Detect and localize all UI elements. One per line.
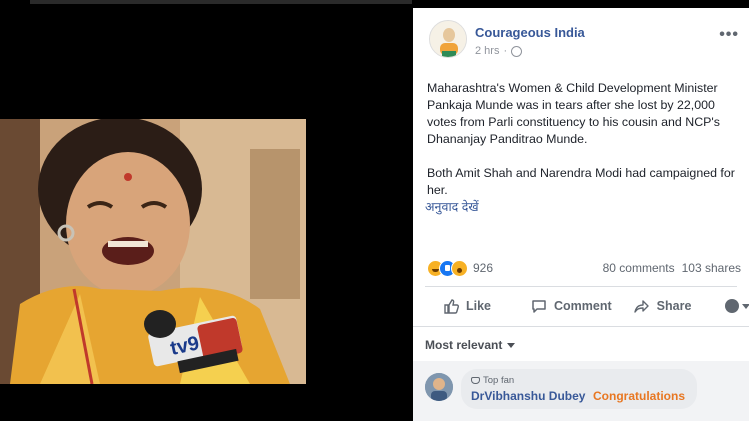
photo-viewer: tv9 [0,0,412,421]
viewer-top-edge [30,0,412,4]
chevron-down-icon [507,342,516,348]
post-body: Maharashtra's Women & Child Development … [427,80,747,199]
share-label: Share [656,299,692,313]
post-photo[interactable]: tv9 [0,119,306,384]
like-button[interactable]: Like [443,298,491,314]
post-paragraph-1: Maharashtra's Women & Child Development … [427,81,720,146]
post-meta: 2 hrs · [475,45,523,57]
reaction-summary[interactable]: 926 [427,259,493,277]
share-arrow-icon [633,300,649,313]
top-fan-label: Top fan [483,375,515,386]
more-options-icon[interactable]: ••• [719,26,739,44]
see-translation-link[interactable]: अनुवाद देखें [425,198,479,215]
divider [413,326,749,327]
post-panel: Courageous India 2 hrs · ••• Maharashtra… [413,8,749,421]
commenter-avatar[interactable] [425,373,453,401]
share-count-link[interactable]: 103 shares [682,261,741,275]
wow-icon [451,259,468,277]
page-avatar[interactable] [429,20,467,58]
chevron-down-icon [742,303,749,309]
comment-author[interactable]: DrVibhanshu Dubey [471,389,585,403]
reaction-count: 926 [473,261,494,275]
comment-bubble: Top fan DrVibhanshu Dubey Congratulation… [461,369,697,409]
comments-list: Top fan DrVibhanshu Dubey Congratulation… [413,361,749,421]
diamond-icon [471,377,480,384]
comment-bubble-icon [532,300,546,313]
action-bar: Like Comment Share [425,290,749,322]
dot-separator: · [503,45,508,57]
post-header: Courageous India 2 hrs · ••• [413,8,749,70]
profile-globe-icon [725,299,740,313]
divider [425,286,737,287]
top-fan-badge: Top fan [471,375,514,386]
globe-icon [511,45,523,57]
sort-label: Most relevant [425,338,503,352]
post-time[interactable]: 2 hrs [475,45,499,57]
engagement-counts: 80 comments 103 shares [603,261,741,275]
like-label: Like [466,299,492,313]
post-as-selector[interactable] [725,299,749,313]
comment-text: Congratulations [593,389,685,403]
comment-button[interactable]: Comment [531,298,612,314]
page-name[interactable]: Courageous India [475,25,585,40]
comment-count-link[interactable]: 80 comments [603,261,675,275]
comment-sort-dropdown[interactable]: Most relevant [425,338,516,352]
post-paragraph-2: Both Amit Shah and Narendra Modi had cam… [427,166,735,197]
thumbs-up-icon [444,299,459,314]
comment-label: Comment [554,299,612,313]
share-button[interactable]: Share [633,298,692,314]
